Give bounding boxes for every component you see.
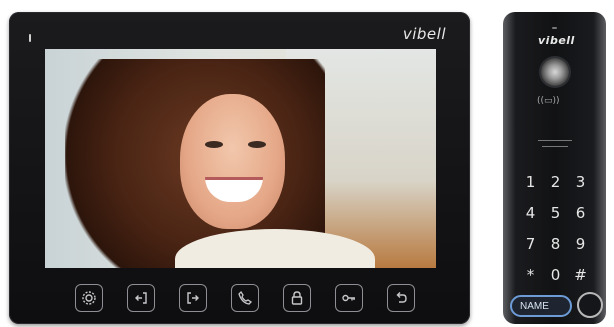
key-9[interactable]: 9 [568, 234, 593, 254]
microphone-hole [552, 27, 557, 29]
monitor-screen [45, 49, 436, 268]
video-monitor: vibell [9, 12, 470, 324]
key-hash[interactable]: # [568, 265, 593, 285]
key-2[interactable]: 2 [543, 172, 568, 192]
camera-lens [541, 58, 569, 86]
key-6[interactable]: 6 [568, 203, 593, 223]
rfid-reader-icon: ((▭)) [537, 96, 560, 106]
gate-button[interactable] [335, 284, 363, 312]
talk-button[interactable] [231, 284, 259, 312]
speaker-grille [538, 140, 572, 141]
right-eye [248, 141, 266, 148]
person-face [180, 94, 285, 229]
speaker-grille [542, 146, 568, 147]
power-led [29, 34, 31, 42]
back-icon [396, 292, 407, 303]
unlock-button[interactable] [283, 284, 311, 312]
key-1[interactable]: 1 [518, 172, 543, 192]
phone-icon [238, 290, 253, 305]
monitor-button-row [75, 284, 415, 314]
key-icon [342, 294, 355, 302]
key-star[interactable]: * [518, 265, 543, 285]
key-8[interactable]: 8 [543, 234, 568, 254]
left-eye [205, 141, 223, 148]
key-7[interactable]: 7 [518, 234, 543, 254]
enter-right-icon [187, 292, 199, 304]
gear-icon [82, 291, 96, 305]
key-4[interactable]: 4 [518, 203, 543, 223]
settings-button[interactable] [75, 284, 103, 312]
enter-button[interactable] [179, 284, 207, 312]
key-0[interactable]: 0 [543, 265, 568, 285]
exit-left-icon [135, 292, 147, 304]
call-button[interactable] [577, 292, 603, 318]
key-5[interactable]: 5 [543, 203, 568, 223]
monitor-brand-logo: vibell [402, 25, 446, 43]
name-plate: NAME [510, 295, 572, 317]
lock-icon [291, 291, 303, 305]
panel-brand-logo: vibell [538, 34, 575, 47]
back-button[interactable] [387, 284, 415, 312]
keypad: 1 2 3 4 5 6 7 8 9 * 0 # [518, 172, 593, 285]
key-3[interactable]: 3 [568, 172, 593, 192]
door-station-panel: vibell ((▭)) 1 2 3 4 5 6 7 8 9 * 0 # NAM… [503, 12, 606, 324]
exit-button[interactable] [127, 284, 155, 312]
